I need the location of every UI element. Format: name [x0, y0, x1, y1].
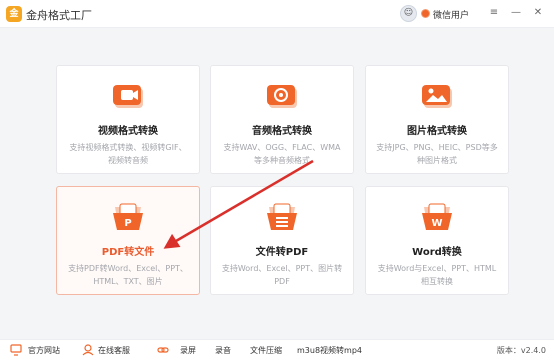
close-button[interactable]: ✕ — [530, 5, 546, 21]
user-name[interactable]: 微信用户 — [433, 8, 469, 21]
pdf-convert-icon: P — [113, 203, 143, 230]
record-screen-link[interactable]: 录屏 — [180, 345, 196, 356]
minimize-button[interactable]: — — [508, 5, 524, 21]
card-title: 视频格式转换 — [98, 126, 158, 137]
card-file-to-pdf[interactable]: 文件转PDF 支持Word、Excel、PPT、图片转PDF — [210, 186, 354, 295]
card-title: 文件转PDF — [255, 247, 309, 258]
card-description: 支持JPG、PNG、HEIC、PSD等多种图片格式 — [376, 143, 498, 165]
status-bar: 官方网站 在线客服 录屏 录音 文件压缩 m3u8视频转mp4 版本：v2.4.… — [0, 339, 554, 360]
card-pdf-convert[interactable]: P PDF转文件 支持PDF转Word、Excel、PPT、HTML、TXT、图… — [56, 186, 200, 295]
pdf-letter: P — [124, 218, 131, 229]
image-convert-icon — [422, 85, 452, 108]
app-title: 金舟格式工厂 — [26, 9, 92, 22]
card-title: 音频格式转换 — [252, 126, 312, 137]
audio-convert-icon — [267, 85, 297, 108]
version-label: 版本：v2.4.0 — [496, 346, 546, 355]
file-to-pdf-icon — [267, 203, 297, 230]
card-title: 图片格式转换 — [407, 126, 467, 137]
card-description: 支持Word、Excel、PPT、图片转PDF — [221, 264, 343, 286]
card-description: 支持视频格式转换、视频转GIF、视频转音频 — [69, 143, 187, 165]
file-compress-link[interactable]: 文件压缩 — [250, 345, 282, 356]
card-video-convert[interactable]: 视频格式转换 支持视频格式转换、视频转GIF、视频转音频 — [56, 65, 200, 174]
customer-service-icon — [82, 344, 94, 356]
online-support-link[interactable]: 在线客服 — [98, 345, 130, 356]
title-bar: 金 金舟格式工厂 ☺ 微信用户 ≡ — ✕ — [0, 0, 554, 28]
card-audio-convert[interactable]: 音频格式转换 支持WAV、OGG、FLAC、WMA等多种音频格式 — [210, 65, 354, 174]
user-avatar[interactable]: ☺ — [400, 5, 417, 22]
vip-badge-icon — [421, 9, 430, 18]
word-letter: W — [431, 218, 442, 229]
card-word-convert[interactable]: W Word转换 支持Word与Excel、PPT、HTML相互转换 — [365, 186, 509, 295]
card-description: 支持WAV、OGG、FLAC、WMA等多种音频格式 — [223, 143, 341, 165]
link-icon — [157, 347, 169, 353]
m3u8-to-mp4-link[interactable]: m3u8视频转mp4 — [297, 345, 362, 356]
card-title: PDF转文件 — [101, 247, 155, 258]
record-audio-link[interactable]: 录音 — [215, 345, 231, 356]
official-website-link[interactable]: 官方网站 — [28, 345, 60, 356]
card-title: Word转换 — [412, 247, 462, 258]
word-convert-icon: W — [422, 203, 452, 230]
menu-icon[interactable]: ≡ — [486, 5, 502, 21]
monitor-icon — [10, 344, 22, 356]
card-description: 支持Word与Excel、PPT、HTML相互转换 — [377, 264, 497, 286]
card-image-convert[interactable]: 图片格式转换 支持JPG、PNG、HEIC、PSD等多种图片格式 — [365, 65, 509, 174]
annotation-arrow — [163, 159, 314, 249]
video-convert-icon — [113, 85, 143, 108]
card-description: 支持PDF转Word、Excel、PPT、HTML、TXT、图片 — [68, 264, 188, 286]
app-logo-icon: 金 — [6, 6, 22, 22]
